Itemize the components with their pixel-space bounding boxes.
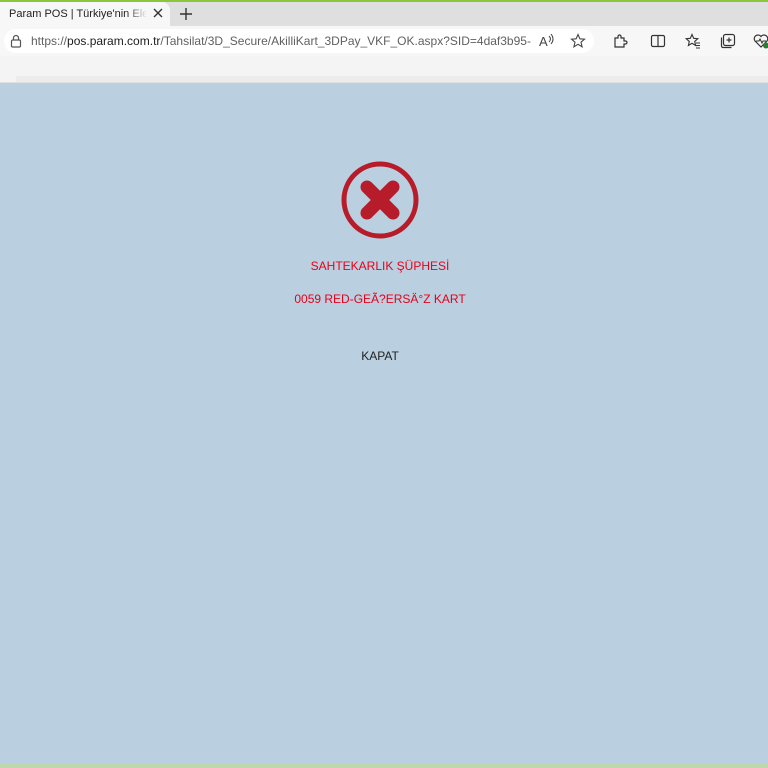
plus-icon[interactable] xyxy=(178,6,194,22)
lock-icon[interactable] xyxy=(10,34,22,48)
tab-title: Param POS | Türkiye'nin Elektronik Ödeme… xyxy=(9,8,147,20)
tab-strip: Param POS | Türkiye'nin Elektronik Ödeme… xyxy=(0,2,768,26)
close-icon[interactable] xyxy=(152,7,164,19)
page-header-strip xyxy=(0,56,768,83)
tab-param-pos[interactable]: Param POS | Türkiye'nin Elektronik Ödeme… xyxy=(0,2,170,26)
puzzle-icon[interactable] xyxy=(612,33,628,49)
browser-toolbar: https://pos.param.com.tr/Tahsilat/3D_Sec… xyxy=(0,26,768,56)
close-button[interactable]: KAPAT xyxy=(340,345,420,367)
read-aloud-icon[interactable]: A xyxy=(538,33,556,49)
page-content: SAHTEKARLIK ŞÜPHESİ 0059 RED-GEÃ?ERSÄ°Z … xyxy=(0,83,768,764)
error-message: 0059 RED-GEÃ?ERSÄ°Z KART xyxy=(294,292,466,306)
star-icon[interactable] xyxy=(570,33,586,49)
header-divider xyxy=(16,76,768,82)
error-x-icon xyxy=(341,161,419,239)
url-path: /Tahsilat/3D_Secure/AkilliKart_3DPay_VKF… xyxy=(160,34,531,48)
url-host: pos.param.com.tr xyxy=(67,34,161,48)
address-bar[interactable]: https://pos.param.com.tr/Tahsilat/3D_Sec… xyxy=(4,29,594,53)
window-bottom-edge xyxy=(0,764,768,768)
split-screen-icon[interactable] xyxy=(650,33,666,49)
url-text[interactable]: https://pos.param.com.tr/Tahsilat/3D_Sec… xyxy=(31,29,531,53)
heart-pulse-icon[interactable] xyxy=(753,33,768,49)
collections-icon[interactable] xyxy=(720,33,736,49)
url-scheme: https:// xyxy=(31,34,68,48)
svg-text:A: A xyxy=(539,34,548,49)
error-title: SAHTEKARLIK ŞÜPHESİ xyxy=(310,259,450,273)
favorites-icon[interactable] xyxy=(685,33,701,49)
